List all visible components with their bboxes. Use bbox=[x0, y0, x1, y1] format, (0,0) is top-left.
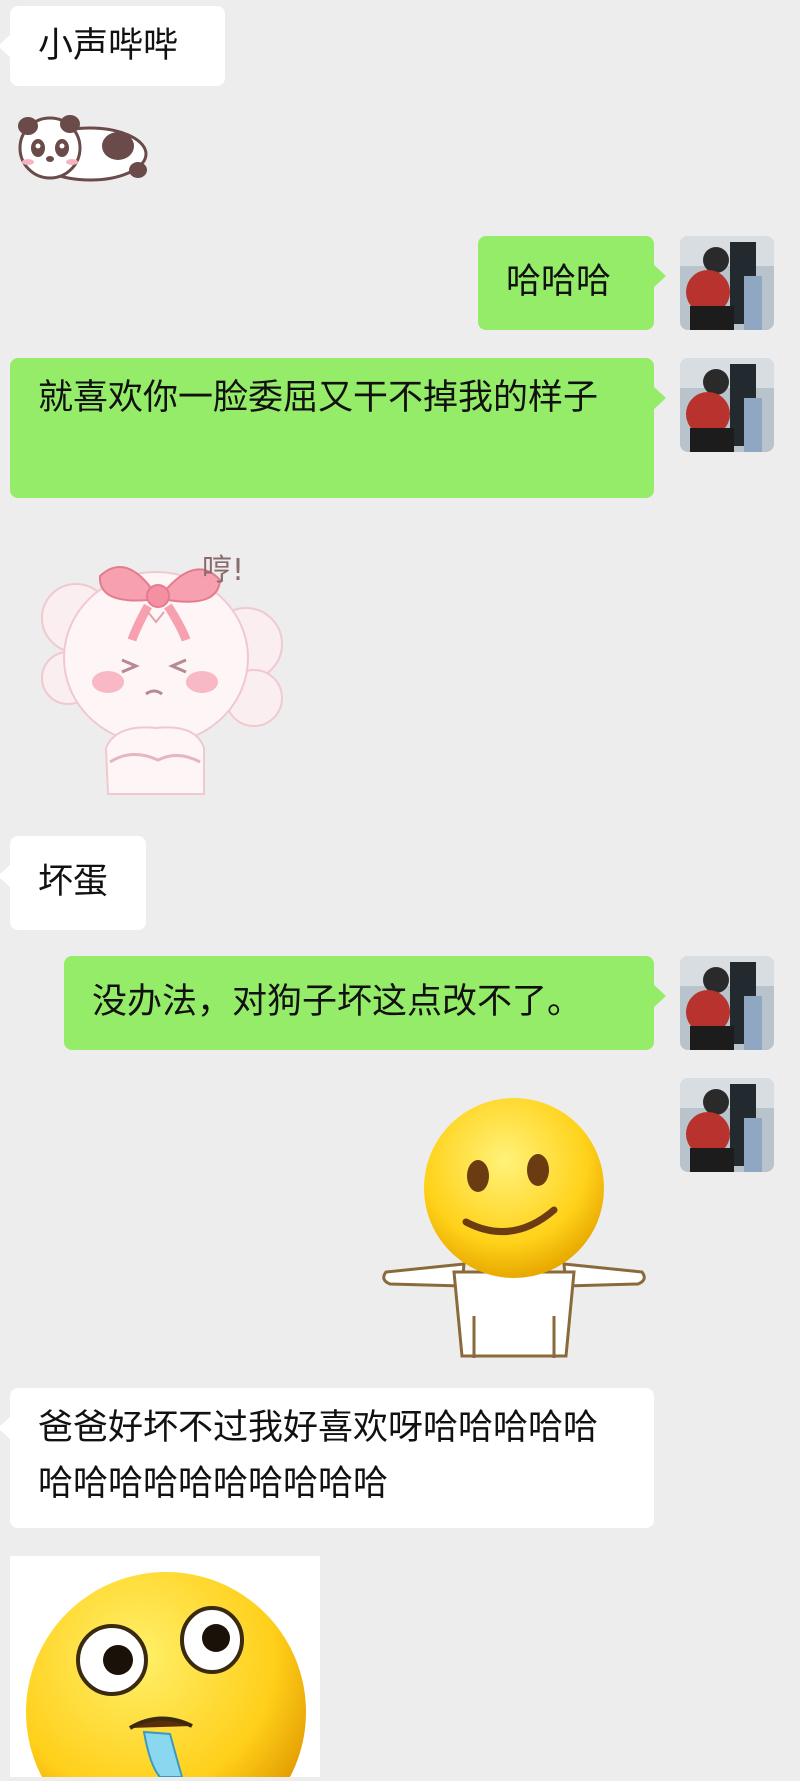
outgoing-message-bubble[interactable]: 哈哈哈 bbox=[478, 236, 666, 330]
panda-sticker[interactable] bbox=[10, 112, 150, 184]
sticker-text: 哼! bbox=[202, 553, 244, 588]
message-text: 就喜欢你一脸委屈又干不掉我的样子 bbox=[38, 378, 599, 418]
message-text: 坏蛋 bbox=[38, 862, 109, 902]
user-photo-icon bbox=[680, 1078, 774, 1172]
chat-message-list[interactable]: 小声哔哔 哈哈哈 就喜欢你一脸委屈又干不掉我的样子 哼! 坏蛋 没办法，对狗子坏… bbox=[0, 0, 800, 1781]
user-photo-icon bbox=[680, 358, 774, 452]
incoming-message-bubble[interactable]: 坏蛋 bbox=[0, 836, 146, 930]
drooling-emoji-sticker[interactable] bbox=[10, 1556, 320, 1781]
pink-bow-puppy-sticker[interactable]: 哼! bbox=[36, 548, 296, 804]
message-text: 哈哈哈 bbox=[506, 262, 612, 302]
incoming-message-bubble[interactable]: 爸爸好坏不过我好喜欢呀哈哈哈哈哈哈哈哈哈哈哈哈哈哈哈 bbox=[0, 1388, 654, 1528]
panda-icon bbox=[18, 115, 148, 182]
shrug-smiley-sticker[interactable] bbox=[378, 1096, 650, 1362]
message-text: 爸爸好坏不过我好喜欢呀哈哈哈哈哈哈哈哈哈哈哈哈哈哈哈 bbox=[38, 1408, 599, 1504]
outgoing-message-bubble[interactable]: 没办法，对狗子坏这点改不了。 bbox=[64, 956, 666, 1050]
avatar[interactable] bbox=[680, 1078, 774, 1172]
avatar[interactable] bbox=[680, 358, 774, 452]
avatar[interactable] bbox=[680, 236, 774, 330]
message-text: 没办法，对狗子坏这点改不了。 bbox=[92, 982, 583, 1022]
user-photo-icon bbox=[680, 956, 774, 1050]
outgoing-message-bubble[interactable]: 就喜欢你一脸委屈又干不掉我的样子 bbox=[10, 358, 666, 498]
smiley-shrug-icon bbox=[382, 1098, 646, 1358]
drooling-face-icon bbox=[26, 1572, 306, 1781]
puppy-icon: 哼! bbox=[41, 553, 283, 795]
avatar[interactable] bbox=[680, 956, 774, 1050]
user-photo-icon bbox=[680, 236, 774, 330]
message-text: 小声哔哔 bbox=[38, 26, 179, 66]
incoming-message-bubble[interactable]: 小声哔哔 bbox=[0, 6, 225, 86]
